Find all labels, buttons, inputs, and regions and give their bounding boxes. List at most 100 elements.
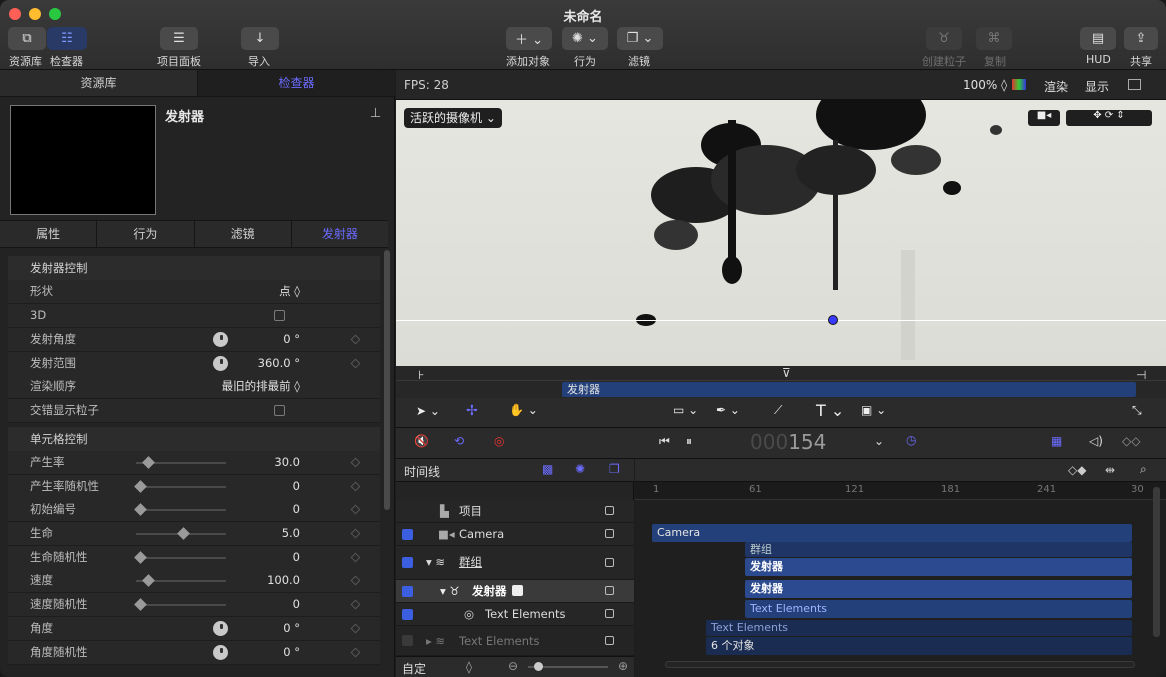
layer-checkbox[interactable]	[402, 609, 413, 620]
emission-range-value[interactable]: 360.0 °	[258, 352, 300, 375]
keyframe-diamond-icon[interactable]	[350, 528, 361, 539]
zoom-timeline-icon[interactable]: ⌕	[1140, 462, 1147, 477]
tab-filters[interactable]: 滤镜	[195, 221, 292, 247]
select-tool-icon[interactable]: ➤ ⌄	[416, 404, 440, 418]
layer-row-group[interactable]: ▾ ≋ 群组	[396, 546, 634, 580]
mask-tool-icon[interactable]: ▣ ⌄	[861, 403, 886, 417]
timeline-bar-emitter-2[interactable]: 发射器	[745, 580, 1132, 598]
layers-zoom-slider[interactable]	[528, 662, 608, 671]
create-particles-button[interactable]: ♉	[926, 27, 962, 50]
slider[interactable]	[134, 503, 226, 516]
layer-row-text-elements-disabled[interactable]: ▸ ≋ Text Elements	[396, 626, 634, 656]
paint-tool-icon[interactable]: ⟋	[774, 403, 782, 418]
emitter-controls-heading[interactable]: 发射器控制	[8, 256, 380, 280]
timeline-vertical-scrollbar[interactable]	[1153, 487, 1160, 637]
tab-behaviors[interactable]: 行为	[97, 221, 195, 247]
canvas-viewer[interactable]: 活跃的摄像机 ⌄ ■◂ ✥ ⟳ ⇕	[396, 100, 1166, 366]
fullscreen-icon[interactable]: ⤡	[1132, 403, 1142, 418]
timer-icon[interactable]: ◷	[906, 433, 916, 447]
speaker-icon[interactable]: ◁)	[1089, 434, 1103, 448]
angle-randomness-value[interactable]: 0 °	[283, 641, 300, 664]
inspector-scrollbar[interactable]	[384, 250, 390, 510]
property-row-shape[interactable]: 形状 点 ◊	[8, 280, 380, 304]
timecode-display[interactable]: 000154	[750, 430, 826, 454]
slider-knob[interactable]	[134, 598, 147, 611]
gear-icon[interactable]: ✺	[575, 462, 585, 476]
angle-dial[interactable]	[213, 356, 228, 371]
layer-checkbox[interactable]	[402, 557, 413, 568]
shape-tool-icon[interactable]: ▭ ⌄	[673, 403, 698, 417]
render-menu[interactable]: 渲染	[1044, 78, 1068, 95]
speed-value[interactable]: 100.0	[267, 569, 300, 592]
timeline-bar-objects[interactable]: 6 个对象	[706, 637, 1132, 655]
mute-icon[interactable]: 🔇	[414, 434, 429, 448]
slider-knob[interactable]	[142, 574, 155, 587]
initial-number-value[interactable]: 0	[293, 498, 300, 521]
slider-knob[interactable]	[134, 551, 147, 564]
slider[interactable]	[134, 551, 226, 564]
keyframe-diamond-icon[interactable]	[350, 481, 361, 492]
slider-knob[interactable]	[534, 662, 543, 671]
speed-randomness-value[interactable]: 0	[293, 593, 300, 616]
timeline-panel[interactable]: ◇◆ ⇹ ⌕ 1 61 121 181 241 30 Camera 群组 发射器…	[635, 459, 1166, 677]
layer-checkbox[interactable]	[402, 635, 413, 646]
lock-icon[interactable]	[605, 506, 614, 515]
keyframe-diamond-icon[interactable]	[350, 623, 361, 634]
timeline-bar-emitter[interactable]: 发射器	[745, 558, 1132, 576]
behaviors-button[interactable]: ✺ ⌄	[562, 27, 608, 50]
film-icon[interactable]: ▦	[1051, 434, 1062, 448]
lock-icon[interactable]	[605, 636, 614, 645]
3d-checkbox[interactable]	[274, 310, 285, 321]
pin-icon[interactable]: ⊥	[370, 106, 381, 121]
filter-icon[interactable]: ❐	[609, 462, 620, 476]
slider-knob[interactable]	[134, 503, 147, 516]
layers-size-popup[interactable]: 自定	[402, 660, 426, 677]
slider-knob[interactable]	[177, 527, 190, 540]
color-channels-icon[interactable]	[1012, 79, 1026, 90]
keyframe-diamond-icon[interactable]	[350, 647, 361, 658]
emitter-icon[interactable]: ▾ ♉	[440, 580, 460, 602]
layer-checkbox[interactable]	[402, 586, 413, 597]
go-to-start-icon[interactable]: ⏮	[659, 434, 670, 449]
slider-knob[interactable]	[134, 480, 147, 493]
loop-icon[interactable]: ⟲	[454, 434, 464, 448]
import-button[interactable]: ↓	[241, 27, 279, 50]
project-panel-button[interactable]: ☰	[160, 27, 198, 50]
lock-icon[interactable]	[605, 558, 614, 567]
chevron-down-icon[interactable]: ⌄	[874, 434, 884, 448]
timeline-ruler[interactable]: 1 61 121 181 241 30	[635, 482, 1166, 500]
shape-popup[interactable]: 点 ◊	[279, 280, 300, 303]
text-tool-icon[interactable]: T ⌄	[816, 401, 844, 420]
lock-icon[interactable]	[605, 529, 614, 538]
layer-row-camera[interactable]: ■◂ Camera	[396, 523, 634, 546]
slider[interactable]	[134, 480, 226, 493]
view-menu[interactable]: 显示	[1085, 78, 1109, 95]
interleave-checkbox[interactable]	[274, 405, 285, 416]
snap-icon[interactable]: ⇹	[1105, 463, 1115, 477]
angle-dial[interactable]	[213, 621, 228, 636]
pen-tool-icon[interactable]: ✒ ⌄	[716, 403, 740, 417]
zoom-out-icon[interactable]: ⊖	[508, 659, 518, 673]
timeline-bar-text-elements-2[interactable]: Text Elements	[706, 620, 1132, 636]
slider[interactable]	[136, 527, 226, 540]
layer-row-text-elements[interactable]: ◎ Text Elements	[396, 603, 634, 626]
record-icon[interactable]: ◎	[494, 434, 504, 448]
angle-value[interactable]: 0 °	[283, 617, 300, 640]
keyframe-nav-icon[interactable]: ◇◇	[1122, 434, 1140, 448]
disclosure-closed-icon[interactable]: ▸ ≋	[426, 630, 445, 652]
life-value[interactable]: 5.0	[282, 522, 300, 545]
tab-properties[interactable]: 属性	[0, 221, 98, 247]
angle-dial[interactable]	[213, 645, 228, 660]
angle-dial[interactable]	[213, 332, 228, 347]
tab-library[interactable]: 资源库	[0, 70, 198, 96]
mini-timeline[interactable]: ⊦ ⊽ ⊣ 发射器	[396, 366, 1166, 398]
layer-checkbox[interactable]	[402, 529, 413, 540]
layout-icon[interactable]	[1128, 79, 1141, 90]
render-order-popup[interactable]: 最旧的排最前 ◊	[222, 375, 300, 398]
pan-tool-icon[interactable]: ✋ ⌄	[509, 403, 538, 417]
3d-transform-icon[interactable]: ✢	[466, 403, 478, 419]
hud-button[interactable]: ▤	[1080, 27, 1116, 50]
slider[interactable]	[134, 598, 226, 611]
keyframe-icon[interactable]: ◇◆	[1068, 463, 1086, 477]
camera-nav-controls[interactable]: ✥ ⟳ ⇕	[1066, 110, 1152, 126]
